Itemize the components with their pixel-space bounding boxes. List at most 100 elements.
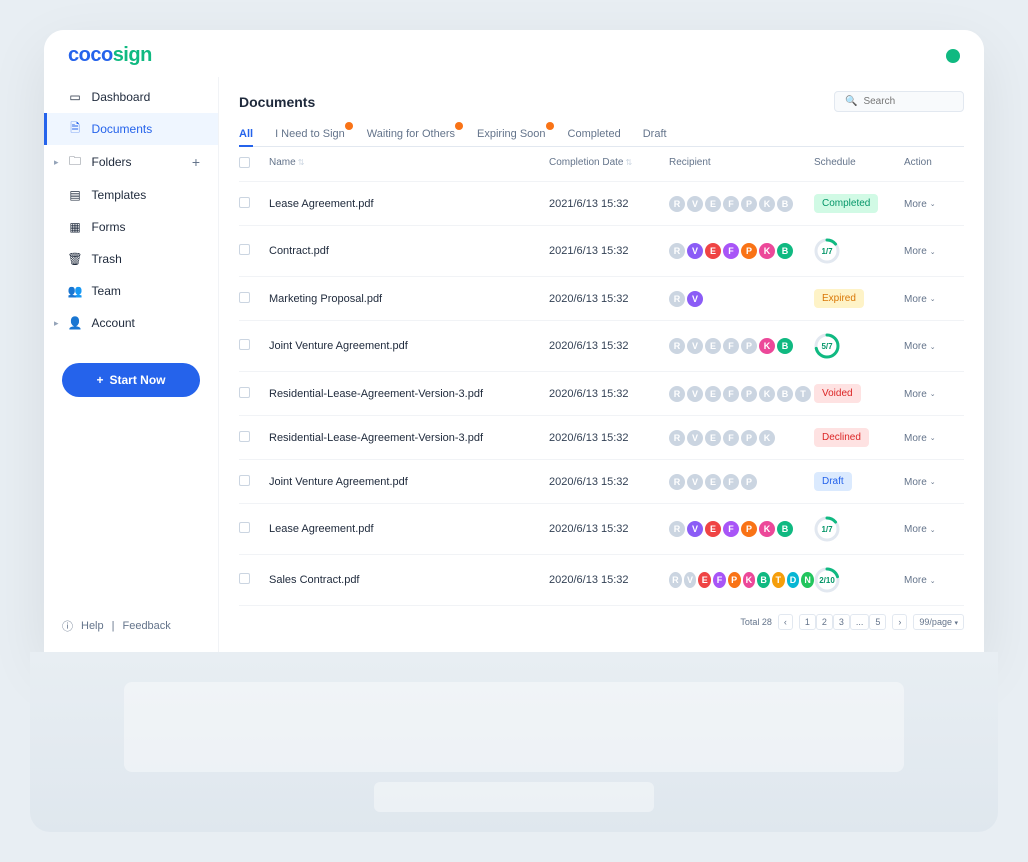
tab-expiring-soon[interactable]: Expiring Soon [477, 122, 546, 146]
recipient-avatar: V [687, 430, 703, 446]
row-checkbox[interactable] [239, 475, 250, 486]
document-name[interactable]: Joint Venture Agreement.pdf [269, 340, 549, 352]
column-name[interactable]: Name⇅ [269, 157, 549, 171]
tab-waiting-for-others[interactable]: Waiting for Others [367, 122, 455, 146]
select-all-checkbox[interactable] [239, 157, 250, 168]
row-checkbox[interactable] [239, 573, 250, 584]
page-number[interactable]: 2 [816, 614, 833, 630]
tab-all[interactable]: All [239, 122, 253, 146]
chevron-down-icon: ⌄ [930, 478, 936, 486]
recipient-avatar: E [705, 338, 721, 354]
recipient-avatar: V [687, 474, 703, 490]
sidebar-item-account[interactable]: ▸👤Account [44, 307, 218, 339]
chevron-right-icon: ▸ [54, 318, 59, 329]
template-icon: ▤ [69, 189, 82, 202]
prev-page[interactable]: ‹ [778, 614, 793, 630]
recipient-avatar: R [669, 196, 685, 212]
document-name[interactable]: Residential-Lease-Agreement-Version-3.pd… [269, 388, 549, 400]
start-now-button[interactable]: +Start Now [62, 363, 200, 397]
nav-label: Documents [92, 122, 153, 136]
more-button[interactable]: More ⌄ [904, 524, 936, 535]
recipient-avatar: V [684, 572, 697, 588]
recipient-avatar: K [759, 338, 775, 354]
pagination: Total 28 ‹ 123...5 › 99/page ▾ [239, 606, 964, 638]
sidebar-item-folder[interactable]: ▸🗀Folders+ [44, 145, 218, 179]
recipient-avatar: N [801, 572, 814, 588]
next-page[interactable]: › [892, 614, 907, 630]
column-date[interactable]: Completion Date⇅ [549, 157, 669, 171]
page-number[interactable]: 1 [799, 614, 816, 630]
more-button[interactable]: More ⌄ [904, 433, 936, 444]
tab-draft[interactable]: Draft [643, 122, 667, 146]
sidebar-item-team[interactable]: ▸👥Team [44, 275, 218, 307]
table-row: Marketing Proposal.pdf2020/6/13 15:32RVE… [239, 277, 964, 321]
recipient-avatar: P [741, 243, 757, 259]
recipient-avatar: E [705, 430, 721, 446]
row-checkbox[interactable] [239, 197, 250, 208]
folder-icon: 🗀 [69, 156, 82, 169]
more-button[interactable]: More ⌄ [904, 341, 936, 352]
document-name[interactable]: Joint Venture Agreement.pdf [269, 476, 549, 488]
add-folder-icon[interactable]: + [192, 154, 200, 170]
notification-badge [546, 122, 554, 130]
document-name[interactable]: Sales Contract.pdf [269, 574, 549, 586]
recipient-avatar: K [759, 430, 775, 446]
user-avatar[interactable] [946, 49, 960, 63]
sidebar-item-trash[interactable]: ▸🗑Trash [44, 243, 218, 275]
more-button[interactable]: More ⌄ [904, 294, 936, 305]
column-schedule: Schedule [814, 157, 904, 171]
recipient-avatar: V [687, 243, 703, 259]
page-number[interactable]: 3 [833, 614, 850, 630]
document-name[interactable]: Lease Agreement.pdf [269, 523, 549, 535]
row-checkbox[interactable] [239, 387, 250, 398]
document-name[interactable]: Contract.pdf [269, 245, 549, 257]
account-icon: 👤 [69, 317, 82, 330]
document-name[interactable]: Residential-Lease-Agreement-Version-3.pd… [269, 432, 549, 444]
chevron-down-icon: ⌄ [930, 526, 936, 534]
progress-ring: 5/7 [814, 333, 840, 359]
search-box[interactable]: 🔍 [834, 91, 964, 112]
page-number[interactable]: 5 [869, 614, 886, 630]
notification-badge [345, 122, 353, 130]
document-name[interactable]: Marketing Proposal.pdf [269, 293, 549, 305]
sidebar-item-form[interactable]: ▸▦Forms [44, 211, 218, 243]
recipient-avatar: P [741, 386, 757, 402]
more-button[interactable]: More ⌄ [904, 199, 936, 210]
recipient-avatar: F [723, 474, 739, 490]
sidebar: ▸▭Dashboard▸🗎Documents▸🗀Folders+▸▤Templa… [44, 77, 219, 652]
completion-date: 2020/6/13 15:32 [549, 476, 669, 488]
document-name[interactable]: Lease Agreement.pdf [269, 198, 549, 210]
per-page-select[interactable]: 99/page ▾ [913, 614, 964, 630]
row-checkbox[interactable] [239, 431, 250, 442]
row-checkbox[interactable] [239, 522, 250, 533]
recipient-avatar: P [741, 338, 757, 354]
page-title: Documents [239, 94, 315, 110]
tab-i-need-to-sign[interactable]: I Need to Sign [275, 122, 345, 146]
more-button[interactable]: More ⌄ [904, 389, 936, 400]
recipient-avatar: E [705, 196, 721, 212]
sidebar-item-document[interactable]: ▸🗎Documents [44, 113, 218, 145]
tab-completed[interactable]: Completed [568, 122, 621, 146]
recipient-avatar: E [705, 474, 721, 490]
row-checkbox[interactable] [239, 339, 250, 350]
row-checkbox[interactable] [239, 244, 250, 255]
trash-icon: 🗑 [69, 253, 82, 266]
sidebar-item-dashboard[interactable]: ▸▭Dashboard [44, 81, 218, 113]
help-icon: ⓘ [62, 618, 73, 634]
more-button[interactable]: More ⌄ [904, 477, 936, 488]
feedback-link[interactable]: Feedback [122, 620, 170, 632]
row-checkbox[interactable] [239, 292, 250, 303]
search-input[interactable] [863, 96, 953, 107]
recipient-avatar: P [728, 572, 741, 588]
recipient-avatar: F [723, 386, 739, 402]
table-row: Sales Contract.pdf2020/6/13 15:32RVEFPKB… [239, 555, 964, 606]
sidebar-item-template[interactable]: ▸▤Templates [44, 179, 218, 211]
recipient-avatar: F [723, 243, 739, 259]
table-row: Joint Venture Agreement.pdf2020/6/13 15:… [239, 460, 964, 504]
more-button[interactable]: More ⌄ [904, 575, 936, 586]
help-link[interactable]: Help [81, 620, 104, 632]
total-count: Total 28 [740, 617, 772, 627]
status-badge: Expired [814, 289, 864, 308]
table-row: Joint Venture Agreement.pdf2020/6/13 15:… [239, 321, 964, 372]
more-button[interactable]: More ⌄ [904, 246, 936, 257]
